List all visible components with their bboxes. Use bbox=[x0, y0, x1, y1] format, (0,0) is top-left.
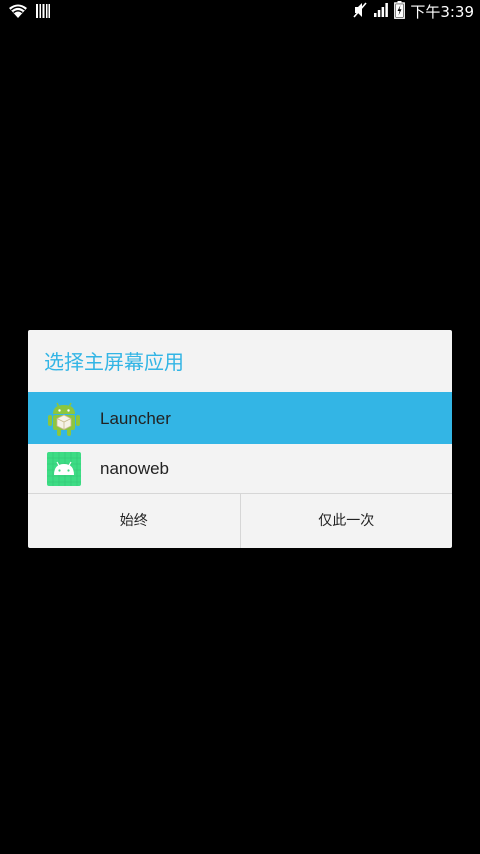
dialog-title: 选择主屏幕应用 bbox=[44, 350, 184, 374]
wifi-icon bbox=[8, 3, 28, 23]
battery-charging-icon bbox=[394, 1, 406, 23]
barcode-icon bbox=[36, 3, 50, 23]
status-time: 下午3:39 bbox=[410, 3, 474, 21]
app-list: Launcher nanoweb bbox=[28, 394, 452, 494]
screen: 下午3:39 选择主屏幕应用 Launcher nanoweb 始终 仅此一次 bbox=[0, 0, 480, 854]
android-launcher-icon bbox=[46, 401, 82, 437]
status-bar: 下午3:39 bbox=[0, 0, 480, 25]
home-app-chooser-dialog: 选择主屏幕应用 Launcher nanoweb 始终 仅此一次 bbox=[28, 330, 452, 548]
always-button[interactable]: 始终 bbox=[28, 494, 240, 548]
status-right: 下午3:39 bbox=[352, 1, 474, 23]
android-app-icon bbox=[46, 451, 82, 487]
status-left bbox=[8, 3, 50, 23]
signal-icon bbox=[373, 2, 389, 22]
list-item-nanoweb[interactable]: nanoweb bbox=[28, 444, 452, 494]
mute-icon bbox=[352, 1, 368, 23]
button-bar: 始终 仅此一次 bbox=[28, 494, 452, 548]
list-item-label: Launcher bbox=[100, 409, 171, 428]
list-item-launcher[interactable]: Launcher bbox=[28, 394, 452, 444]
just-once-button[interactable]: 仅此一次 bbox=[241, 494, 453, 548]
list-item-label: nanoweb bbox=[100, 459, 170, 478]
